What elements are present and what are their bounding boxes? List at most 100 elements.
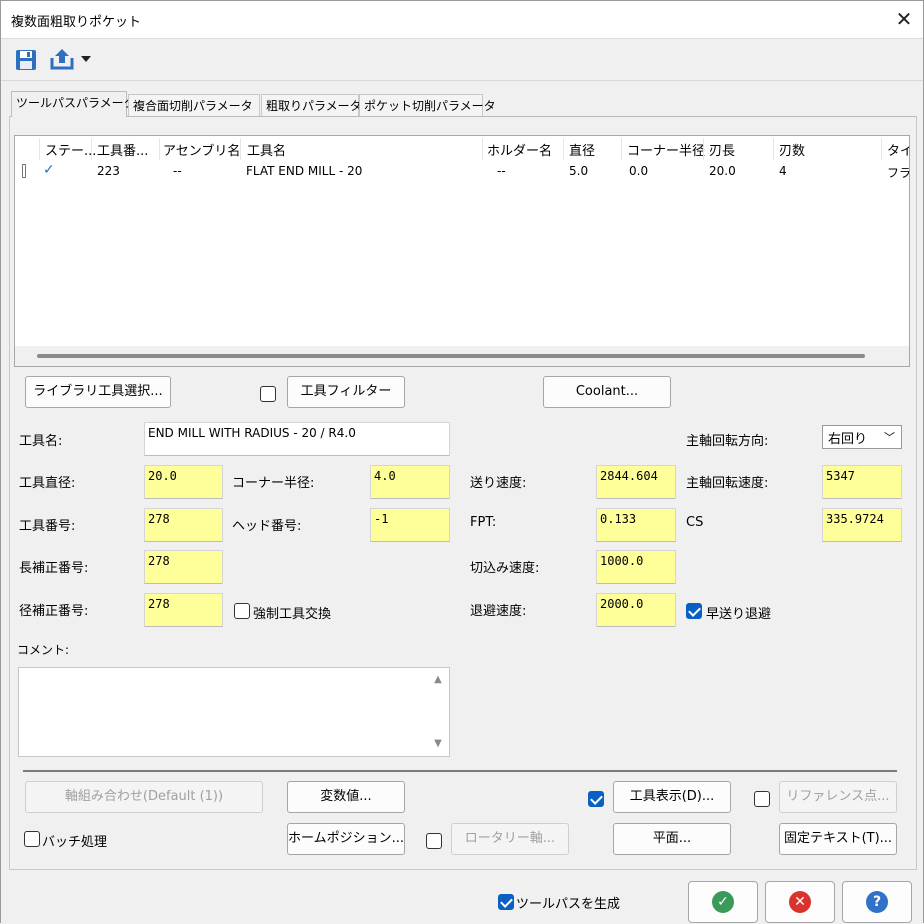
tool-display-checkbox[interactable] — [588, 791, 604, 807]
close-icon: ✕ — [789, 891, 811, 913]
cancel-button[interactable]: ✕ — [765, 881, 835, 923]
rapid-retract-label: 早送り退避 — [706, 607, 772, 622]
scroll-up-icon[interactable]: ▲ — [431, 674, 445, 686]
col-flute-length[interactable]: 刃長 — [709, 140, 735, 159]
retract-rate-field[interactable]: 2000.0 — [596, 593, 676, 627]
tab-toolpath-parameters[interactable]: ツールパスパラメータ — [11, 91, 136, 117]
spindle-direction-select[interactable]: 右回り ﹀ — [822, 425, 902, 449]
batch-label: バッチ処理 — [42, 835, 108, 850]
tool-table[interactable]: ステー... 工具番... アセンブリ名 工具名 ホルダー名 直径 コーナー半径… — [14, 135, 910, 367]
tool-number-field[interactable]: 278 — [144, 508, 223, 542]
scrollbar-thumb[interactable] — [37, 354, 865, 358]
status-check-icon: ✓ — [43, 162, 55, 178]
fpt-label: FPT: — [470, 515, 497, 530]
toolbar — [1, 39, 923, 81]
tab-roughing-parameters[interactable]: 粗取りパラメータ — [261, 94, 362, 116]
length-offset-field[interactable]: 278 — [144, 550, 223, 584]
diameter-offset-label: 径補正番号: — [19, 604, 89, 619]
head-number-label: ヘッド番号: — [232, 519, 302, 534]
reference-points-button[interactable]: リファレンス点... — [779, 781, 897, 813]
tool-number-label: 工具番号: — [19, 519, 76, 534]
plunge-rate-label: 切込み速度: — [470, 561, 540, 576]
check-icon: ✓ — [712, 891, 734, 913]
fpt-field[interactable]: 0.133 — [596, 508, 676, 542]
comment-label: コメント: — [17, 643, 70, 657]
tool-diameter-label: 工具直径: — [19, 476, 76, 491]
col-holder[interactable]: ホルダー名 — [487, 140, 552, 159]
filter-checkbox[interactable] — [260, 386, 276, 402]
col-type[interactable]: タイプ — [887, 140, 909, 159]
dialog-window: 複数面粗取りポケット ✕ ツールパスパラメータ 複合面切削パラメータ 粗取りパラ… — [0, 0, 924, 924]
batch-checkbox[interactable] — [24, 831, 40, 847]
generate-toolpath-checkbox[interactable] — [498, 894, 514, 910]
col-tool-number[interactable]: 工具番... — [97, 140, 148, 159]
table-horizontal-scrollbar[interactable] — [15, 346, 909, 366]
force-tool-change-label: 強制工具交換 — [253, 607, 332, 622]
tool-diameter-field[interactable]: 20.0 — [144, 465, 223, 499]
rotary-axis-button[interactable]: ロータリー軸... — [451, 823, 569, 855]
generate-toolpath-label: ツールパスを生成 — [516, 897, 621, 912]
col-status[interactable]: ステー... — [45, 140, 96, 159]
rotary-axis-checkbox[interactable] — [426, 833, 442, 849]
tool-filter-button[interactable]: 工具フィルター — [287, 376, 405, 408]
spindle-direction-value: 右回り — [828, 432, 868, 447]
cell-tool-number: 223 — [97, 164, 120, 178]
retract-rate-label: 退避速度: — [470, 604, 527, 619]
home-position-button[interactable]: ホームポジション... — [287, 823, 405, 855]
spindle-direction-label: 主軸回転方向: — [686, 434, 769, 449]
row-handle-icon — [22, 164, 26, 178]
col-tool-name[interactable]: 工具名 — [247, 140, 286, 159]
help-icon: ? — [866, 891, 888, 913]
chevron-down-icon: ﹀ — [884, 431, 895, 444]
cell-flutes: 4 — [779, 164, 787, 178]
cell-diameter: 5.0 — [569, 164, 589, 178]
corner-radius-label: コーナー半径: — [232, 476, 315, 491]
col-corner-radius[interactable]: コーナー半径 — [627, 140, 705, 159]
export-icon[interactable] — [49, 47, 75, 71]
axis-combination-button[interactable]: 軸組み合わせ(Default (1)) — [25, 781, 263, 813]
variables-button[interactable]: 変数値... — [287, 781, 405, 813]
comment-textarea[interactable]: ▲ ▼ — [18, 667, 450, 757]
scroll-down-icon[interactable]: ▼ — [431, 738, 445, 750]
diameter-offset-field[interactable]: 278 — [144, 593, 223, 627]
ok-button[interactable]: ✓ — [688, 881, 758, 923]
feed-rate-label: 送り速度: — [470, 476, 527, 491]
plunge-rate-field[interactable]: 1000.0 — [596, 550, 676, 584]
cell-tool-name: FLAT END MILL - 20 — [246, 164, 363, 178]
title-bar: 複数面粗取りポケット ✕ — [1, 1, 923, 39]
force-tool-change-checkbox[interactable] — [234, 603, 250, 619]
save-icon[interactable] — [15, 49, 37, 71]
cs-label: CS — [686, 515, 704, 530]
tool-name-field[interactable]: END MILL WITH RADIUS - 20 / R4.0 — [144, 422, 450, 456]
tab-pocketing-parameters[interactable]: ポケット切削パラメータ — [359, 94, 496, 116]
section-divider — [23, 770, 897, 772]
library-tool-select-button[interactable]: ライブラリ工具選択... — [25, 376, 171, 408]
table-header: ステー... 工具番... アセンブリ名 工具名 ホルダー名 直径 コーナー半径… — [15, 136, 909, 162]
cell-assembly: -- — [173, 164, 182, 178]
cell-corner-radius: 0.0 — [629, 164, 649, 178]
reference-points-checkbox[interactable] — [754, 791, 770, 807]
tab-multisurface-parameters[interactable]: 複合面切削パラメータ — [128, 94, 260, 116]
col-assembly[interactable]: アセンブリ名 — [163, 140, 240, 159]
help-button[interactable]: ? — [842, 881, 912, 923]
spindle-speed-label: 主軸回転速度: — [686, 476, 769, 491]
cell-holder: -- — [497, 164, 506, 178]
col-diameter[interactable]: 直径 — [569, 140, 595, 159]
planes-button[interactable]: 平面... — [613, 823, 731, 855]
chevron-down-icon[interactable] — [81, 56, 91, 64]
cell-flute-length: 20.0 — [709, 164, 736, 178]
length-offset-label: 長補正番号: — [19, 561, 89, 576]
rapid-retract-checkbox[interactable] — [686, 603, 702, 619]
corner-radius-field[interactable]: 4.0 — [370, 465, 450, 499]
spindle-speed-field[interactable]: 5347 — [822, 465, 902, 499]
tool-display-button[interactable]: 工具表示(D)... — [613, 781, 731, 813]
col-flutes[interactable]: 刃数 — [779, 140, 805, 159]
feed-rate-field[interactable]: 2844.604 — [596, 465, 676, 499]
window-title: 複数面粗取りポケット — [11, 15, 142, 30]
fixed-text-button[interactable]: 固定テキスト(T)... — [779, 823, 897, 855]
head-number-field[interactable]: -1 — [370, 508, 450, 542]
coolant-button[interactable]: Coolant... — [543, 376, 671, 408]
cell-type: フラ — [887, 166, 910, 180]
cs-field[interactable]: 335.9724 — [822, 508, 902, 542]
close-icon[interactable]: ✕ — [892, 7, 916, 31]
